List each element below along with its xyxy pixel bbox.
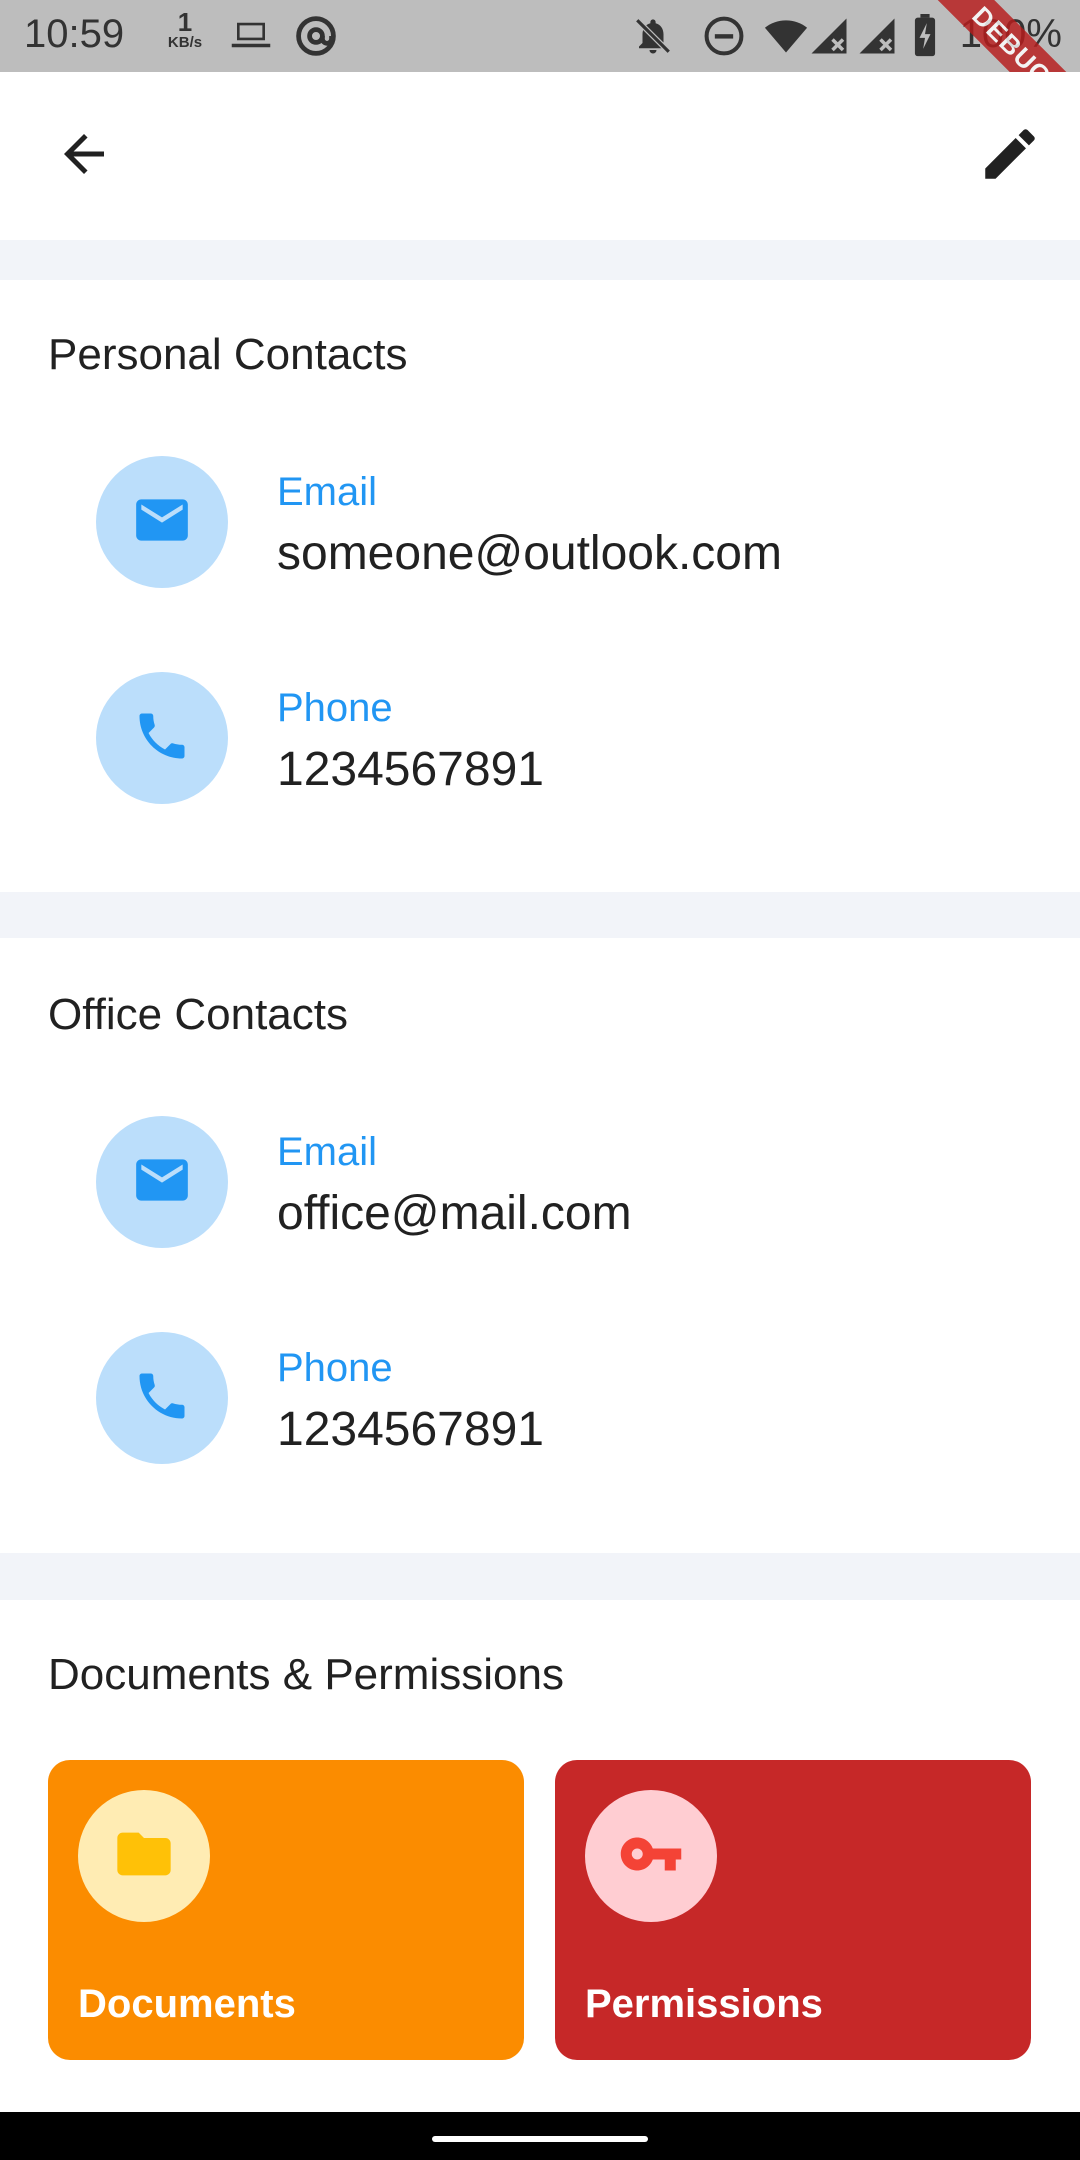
email-avatar [96,456,228,588]
system-navigation-bar [0,2112,1080,2160]
documents-card[interactable]: Documents [48,1760,524,2060]
home-indicator[interactable] [432,2136,648,2142]
contact-value: someone@outlook.com [277,527,782,580]
personal-contacts-section: Personal Contacts Email someone@outlook.… [0,280,1080,892]
office-contacts-section: Office Contacts Email office@mail.com Ph… [0,938,1080,1553]
contact-label: Phone [277,1346,393,1390]
phone-icon [132,1366,192,1431]
network-speed: 1 KB/s [160,7,210,52]
notifications-off-icon [632,14,674,63]
personal-email-row[interactable]: Email someone@outlook.com [0,456,1080,588]
card-label: Documents [78,1982,296,2026]
phone-icon [132,706,192,771]
documents-permissions-section: Documents & Permissions Documents Permis… [0,1600,1080,2112]
section-title: Office Contacts [48,990,348,1039]
network-speed-unit: KB/s [167,34,203,51]
signal-icon [856,14,898,63]
contact-value: 1234567891 [277,1403,544,1456]
email-icon [131,1149,193,1216]
app-bar [0,72,1080,240]
battery-charging-icon [912,14,938,63]
email-avatar [96,1116,228,1248]
edit-pencil-icon [977,121,1043,192]
at-sign-icon [294,14,338,63]
permissions-icon-circle [585,1790,717,1922]
card-label: Permissions [585,1982,823,2026]
contact-label: Email [277,470,378,514]
arrow-back-icon [54,124,114,189]
status-bar: 10:59 1 KB/s 100% DEBUG [0,0,1080,72]
contact-label: Phone [277,686,393,730]
contact-value: office@mail.com [277,1187,632,1240]
contact-value: 1234567891 [277,743,544,796]
do-not-disturb-icon [702,14,746,63]
laptop-icon [228,14,274,61]
email-icon [131,489,193,556]
wifi-icon [762,14,810,63]
edit-button[interactable] [972,118,1048,194]
personal-phone-row[interactable]: Phone 1234567891 [0,672,1080,804]
folder-icon [112,1822,176,1891]
status-time: 10:59 [24,12,125,56]
phone-avatar [96,1332,228,1464]
key-icon [618,1821,684,1892]
office-email-row[interactable]: Email office@mail.com [0,1116,1080,1248]
section-title: Personal Contacts [48,330,408,379]
signal-icon [808,14,850,63]
contact-label: Email [277,1130,378,1174]
network-speed-value: 1 [177,7,193,37]
back-button[interactable] [46,118,122,194]
section-title: Documents & Permissions [48,1650,564,1699]
permissions-card[interactable]: Permissions [555,1760,1031,2060]
office-phone-row[interactable]: Phone 1234567891 [0,1332,1080,1464]
phone-avatar [96,672,228,804]
documents-icon-circle [78,1790,210,1922]
